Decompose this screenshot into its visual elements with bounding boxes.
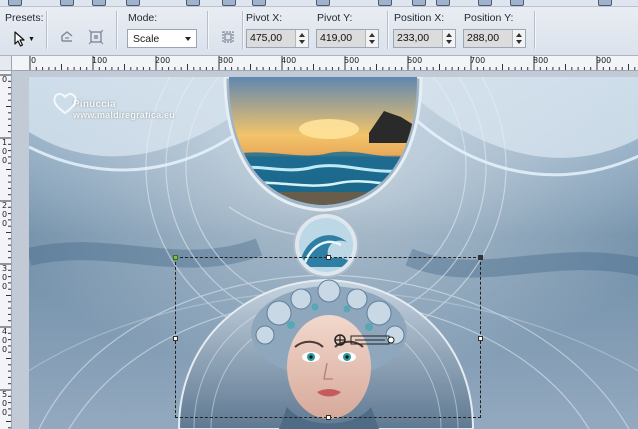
toolbar-separator <box>116 11 118 49</box>
vertical-ruler-ticks <box>0 74 11 429</box>
toolbar-icon-partial[interactable] <box>60 0 74 6</box>
edge-handle-left[interactable] <box>173 336 178 341</box>
spin-up-icon <box>369 33 375 37</box>
ruler-label: 500 <box>344 56 360 65</box>
presets-label: Presets: <box>5 12 44 24</box>
corner-handle-top-left[interactable] <box>173 255 178 260</box>
toolbar-icon-partial[interactable] <box>598 0 612 6</box>
watermark: Pinuccia www.maldiregrafica.eu <box>73 99 175 120</box>
position-x-spinner[interactable] <box>442 30 455 47</box>
toolbar-icon-partial[interactable] <box>316 0 330 6</box>
deform-bounding-box[interactable] <box>173 255 483 420</box>
pivot-y-value: 419,00 <box>317 30 367 47</box>
pivot-x-spinner[interactable] <box>295 30 308 47</box>
vertical-ruler[interactable]: 0 100 200 300 400 500 <box>0 71 12 429</box>
heart-logo-icon <box>53 93 77 115</box>
position-y-value: 288,00 <box>464 30 514 47</box>
spin-down-icon <box>299 40 305 44</box>
position-y-label: Position Y: <box>464 12 514 24</box>
position-x-input[interactable]: 233,00 <box>393 29 456 48</box>
top-toolbar-strip <box>0 0 638 7</box>
ruler-label: 200 <box>1 201 8 228</box>
ruler-corner <box>0 56 12 71</box>
chevron-down-icon: ▼ <box>28 35 35 43</box>
horizontal-ruler[interactable]: 0 100 200 300 400 500 600 700 800 900 <box>12 56 638 71</box>
ruler-label: 800 <box>533 56 549 65</box>
toolbar-icon-partial[interactable] <box>222 0 236 6</box>
reset-button[interactable] <box>56 27 78 47</box>
spin-up-icon <box>446 33 452 37</box>
toolbar-icon-partial[interactable] <box>412 0 426 6</box>
ruler-label: 200 <box>155 56 171 65</box>
ruler-label: 0 <box>31 56 37 65</box>
spin-down-icon <box>446 40 452 44</box>
spin-up-icon <box>299 33 305 37</box>
toolbar-icon-partial[interactable] <box>126 0 140 6</box>
toolbar-icon-partial[interactable] <box>8 0 22 6</box>
reset-icon <box>61 31 73 42</box>
presets-button[interactable]: ▼ <box>10 29 38 49</box>
ruler-label: 500 <box>1 390 8 417</box>
toolbar-separator <box>387 11 389 49</box>
ruler-label: 0 <box>1 75 8 84</box>
position-x-value: 233,00 <box>394 30 444 47</box>
toolbar-separator <box>242 11 244 49</box>
position-x-label: Position X: <box>394 12 445 24</box>
mode-label: Mode: <box>128 12 158 24</box>
align-button[interactable] <box>217 27 239 47</box>
ruler-label: 300 <box>218 56 234 65</box>
edge-handle-right[interactable] <box>478 336 483 341</box>
toolbar-icon-partial[interactable] <box>186 0 200 6</box>
chevron-down-icon <box>185 37 191 41</box>
toolbar-icon-partial[interactable] <box>92 0 106 6</box>
watermark-url: www.maldiregrafica.eu <box>73 110 175 120</box>
align-icon <box>222 31 234 43</box>
toolbar-icon-partial[interactable] <box>436 0 450 6</box>
edge-handle-bottom[interactable] <box>326 415 331 420</box>
toolbar-icon-partial[interactable] <box>378 0 392 6</box>
pivot-y-label: Pivot Y: <box>317 12 353 24</box>
ruler-label: 100 <box>1 138 8 165</box>
ruler-label: 400 <box>281 56 297 65</box>
mode-dropdown[interactable]: Scale <box>127 29 197 48</box>
toolbar-icon-partial[interactable] <box>252 0 266 6</box>
toolbar-separator <box>534 11 536 49</box>
corner-handle-top-right[interactable] <box>478 255 483 260</box>
pivot-y-spinner[interactable] <box>365 30 378 47</box>
toolbar-icon-partial[interactable] <box>478 0 492 6</box>
position-y-input[interactable]: 288,00 <box>463 29 526 48</box>
fit-to-canvas-icon <box>88 29 104 45</box>
pivot-x-input[interactable]: 475,00 <box>246 29 309 48</box>
pivot-x-label: Pivot X: <box>246 12 283 24</box>
ruler-label: 600 <box>407 56 423 65</box>
watermark-name: Pinuccia <box>73 99 116 110</box>
spin-up-icon <box>516 33 522 37</box>
ruler-label: 100 <box>92 56 108 65</box>
ruler-label: 300 <box>1 264 8 291</box>
pivot-x-value: 475,00 <box>247 30 297 47</box>
spin-down-icon <box>516 40 522 44</box>
position-y-spinner[interactable] <box>512 30 525 47</box>
ruler-label: 400 <box>1 327 8 354</box>
arrow-pointer-icon <box>14 31 25 47</box>
tool-options-bar: Presets: ▼ Mode: Scale Pivot X: 475,00 P… <box>0 7 638 56</box>
ruler-label: 900 <box>596 56 612 65</box>
toolbar-separator <box>207 11 209 49</box>
fit-to-canvas-button[interactable] <box>85 27 107 47</box>
mode-value: Scale <box>133 32 160 45</box>
ruler-label: 700 <box>470 56 486 65</box>
toolbar-separator <box>46 11 48 49</box>
toolbar-icon-partial[interactable] <box>510 0 524 6</box>
spin-down-icon <box>369 40 375 44</box>
edge-handle-top[interactable] <box>326 255 331 260</box>
pivot-y-input[interactable]: 419,00 <box>316 29 379 48</box>
